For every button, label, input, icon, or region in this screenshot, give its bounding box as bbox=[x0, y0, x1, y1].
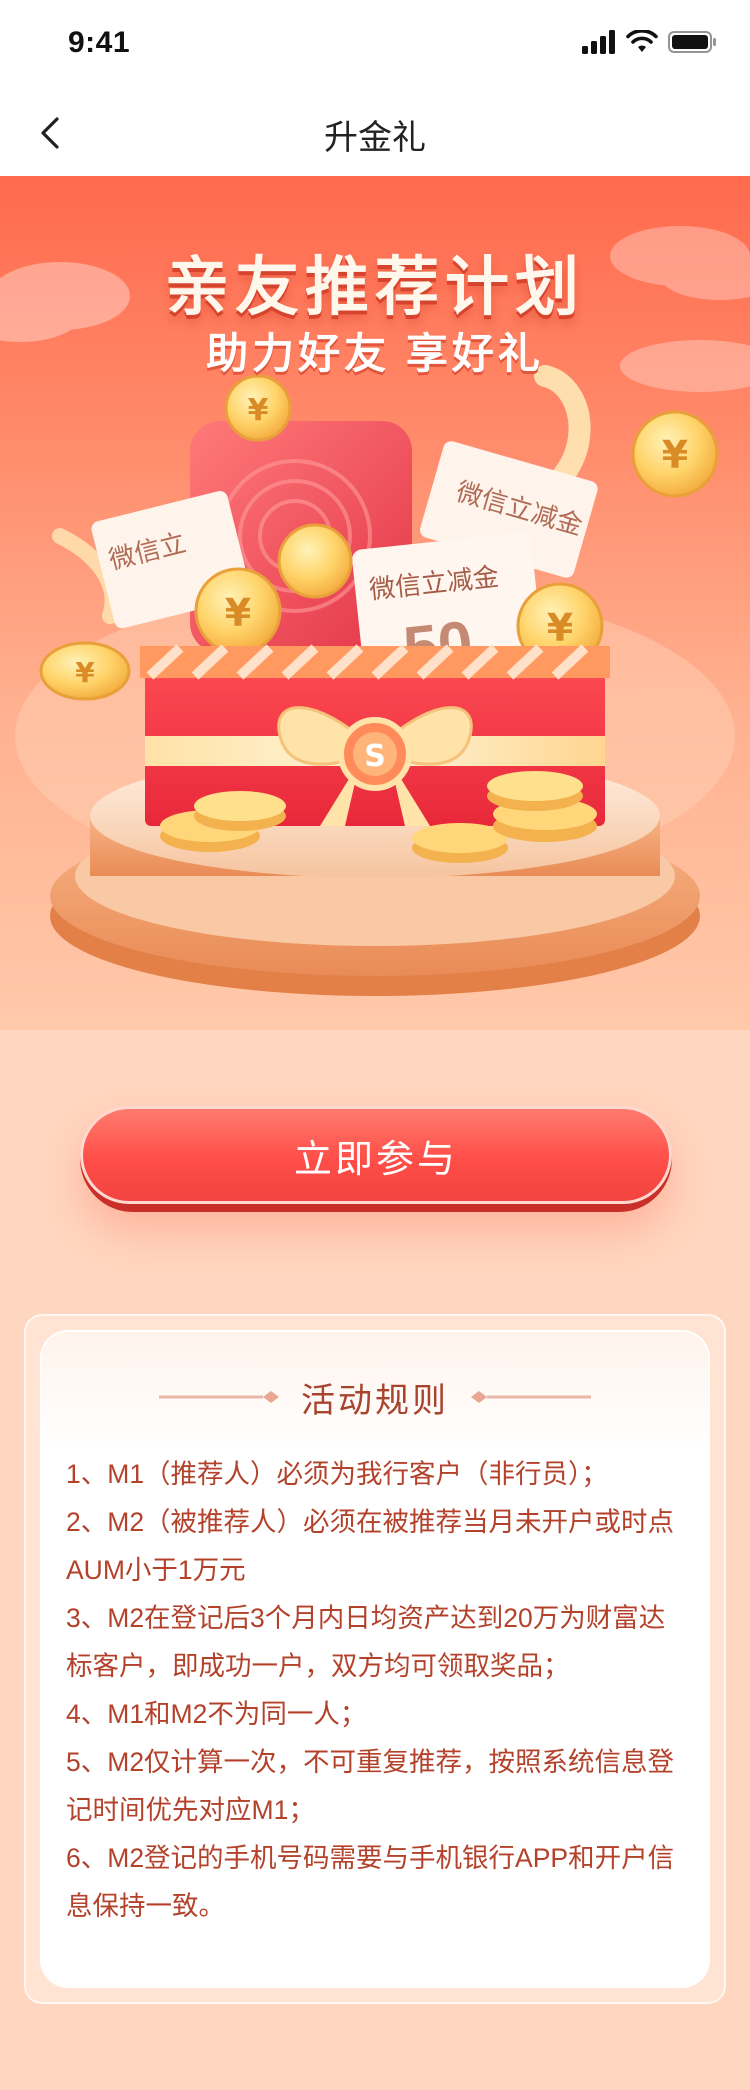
rules-title: 活动规则 bbox=[301, 1381, 449, 1420]
rule-item: 5、M2仅计算一次，不可重复推荐，按照系统信息登记时间优先对应M1； bbox=[66, 1747, 675, 1825]
svg-text:¥: ¥ bbox=[225, 591, 251, 635]
rule-item: 6、M2登记的手机号码需要与手机银行APP和开户信息保持一致。 bbox=[66, 1843, 675, 1921]
rules-panel: 活动规则 1、M1（推荐人）必须为我行客户（非行员）； 2、M2（被推荐人）必须… bbox=[24, 1314, 726, 2004]
rule-item: 3、M2在登记后3个月内日均资产达到20万为财富达标客户，即成功一户，双方均可领… bbox=[66, 1603, 666, 1681]
hero-subtitle: 助力好友 享好礼 bbox=[206, 330, 544, 377]
rules-header: 活动规则 bbox=[42, 1372, 708, 1422]
svg-text:¥: ¥ bbox=[248, 393, 269, 428]
page-title: 升金礼 bbox=[324, 119, 426, 157]
coin-icon: ¥ bbox=[39, 641, 131, 701]
svg-text:¥: ¥ bbox=[75, 656, 95, 689]
signal-icon bbox=[582, 30, 615, 54]
svg-text:¥: ¥ bbox=[547, 606, 573, 650]
status-bar: 9:41 bbox=[0, 0, 750, 88]
rules-card: 活动规则 1、M1（推荐人）必须为我行客户（非行员）； 2、M2（被推荐人）必须… bbox=[42, 1332, 708, 1986]
rule-item: 1、M1（推荐人）必须为我行客户（非行员）； bbox=[66, 1459, 608, 1489]
cta-container: 立即参与 bbox=[80, 1106, 672, 1212]
rule-item: 2、M2（被推荐人）必须在被推荐当月未开户或时点AUM小于1万元 bbox=[66, 1507, 675, 1585]
coin-icon: ¥ bbox=[224, 374, 292, 442]
rules-list: 1、M1（推荐人）必须为我行客户（非行员）； 2、M2（被推荐人）必须在被推荐当… bbox=[66, 1450, 686, 1930]
decor-line-right-icon bbox=[471, 1391, 591, 1403]
coin-icon: ¥ bbox=[194, 567, 282, 655]
wifi-icon bbox=[626, 30, 658, 52]
status-icons bbox=[580, 30, 718, 54]
status-time: 9:41 bbox=[68, 26, 131, 59]
battery-icon bbox=[668, 31, 716, 53]
coin-icon: ¥ bbox=[631, 410, 719, 498]
svg-text:S: S bbox=[364, 739, 386, 774]
decor-line-left-icon bbox=[159, 1391, 279, 1403]
hero-banner: 微信立 微信立减金 微信立减金 50 ¥ ¥ ¥ bbox=[0, 176, 750, 1030]
svg-text:¥: ¥ bbox=[662, 433, 688, 477]
join-now-button[interactable]: 立即参与 bbox=[80, 1106, 672, 1204]
rule-item: 4、M1和M2不为同一人； bbox=[66, 1699, 367, 1729]
nav-bar: 升金礼 bbox=[0, 88, 750, 177]
coin-icon bbox=[277, 523, 353, 599]
hero-title: 亲友推荐计划 bbox=[165, 251, 585, 323]
